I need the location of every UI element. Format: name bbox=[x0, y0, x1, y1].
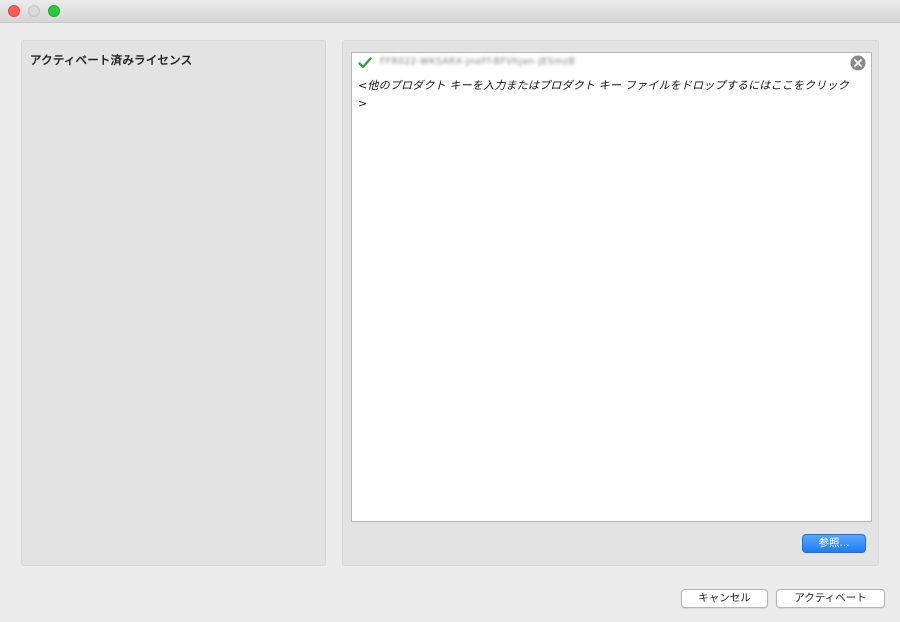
zoom-window-button[interactable] bbox=[48, 5, 60, 17]
activated-licenses-heading: アクティベート済みライセンス bbox=[30, 53, 193, 67]
remove-icon[interactable] bbox=[850, 55, 866, 71]
activate-button[interactable]: アクティベート bbox=[776, 589, 885, 608]
check-icon bbox=[358, 57, 372, 69]
enter-key-prompt[interactable]: <他のプロダクト キーを入力またはプロダクト キー ファイルをドロップするにはこ… bbox=[358, 77, 858, 113]
title-bar bbox=[0, 0, 900, 23]
product-key-panel: FFR022-WKSARX-JneFf-BFVhjan-JESmzB <他のプロ… bbox=[342, 40, 879, 566]
product-key-text: FFR022-WKSARX-JneFf-BFVhjan-JESmzB bbox=[380, 57, 576, 67]
minimize-window-button[interactable] bbox=[28, 5, 40, 17]
browse-button[interactable]: 参照... bbox=[802, 534, 866, 553]
product-key-row: FFR022-WKSARX-JneFf-BFVhjan-JESmzB bbox=[352, 53, 871, 75]
cancel-button[interactable]: キャンセル bbox=[681, 589, 768, 608]
activated-licenses-panel: アクティベート済みライセンス bbox=[21, 40, 326, 566]
close-window-button[interactable] bbox=[8, 5, 20, 17]
product-key-list[interactable]: FFR022-WKSARX-JneFf-BFVhjan-JESmzB <他のプロ… bbox=[351, 52, 872, 522]
